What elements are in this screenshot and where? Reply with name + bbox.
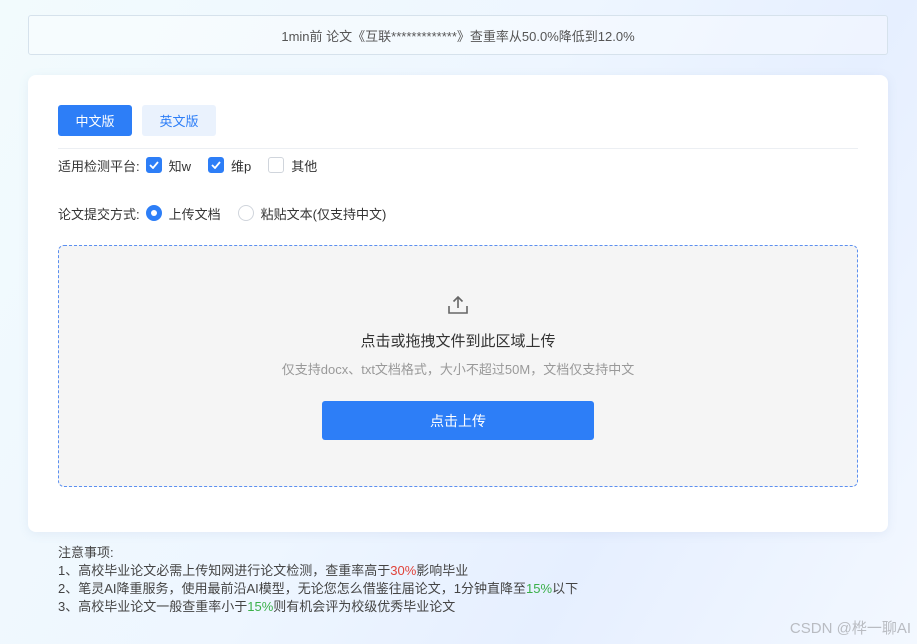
platform-option-label: 维p xyxy=(231,158,252,174)
radio-upload[interactable] xyxy=(145,205,162,221)
submit-option-label: 粘贴文本(仅支持中文) xyxy=(260,206,387,222)
notes-line-3: 3、高校毕业论文一般查重率小于15%则有机会评为校级优秀毕业论文 xyxy=(58,598,578,616)
notes: 注意事项: 1、高校毕业论文必需上传知网进行论文检测，查重率高于30%影响毕业 … xyxy=(58,544,578,616)
upload-dropzone[interactable]: 点击或拖拽文件到此区域上传 仅支持docx、txt文档格式，大小不超过50M，文… xyxy=(58,245,858,487)
radio-paste[interactable] xyxy=(237,205,254,221)
divider xyxy=(58,148,858,149)
notes-line-1-text: 1、高校毕业论文必需上传知网进行论文检测，查重率高于 xyxy=(58,563,391,578)
upload-card: 中文版 英文版 适用检测平台: 知w 维p 其他 论文提交方式: 上传文档 粘贴… xyxy=(28,75,888,532)
notes-line-2-tail: 以下 xyxy=(552,581,579,596)
checkbox-weip[interactable] xyxy=(208,157,225,173)
upload-icon xyxy=(448,295,468,314)
checkbox-other[interactable] xyxy=(268,157,285,173)
notes-line-3-highlight: 15% xyxy=(247,599,274,614)
upload-button[interactable]: 点击上传 xyxy=(322,401,594,440)
platform-option-other[interactable]: 其他 xyxy=(268,156,317,175)
language-tabs: 中文版 英文版 xyxy=(58,105,216,136)
notes-line-2-text: 2、笔灵AI降重服务，使用最前沿AI模型，无论您怎么借鉴往届论文，1分钟直降至 xyxy=(58,581,527,596)
notes-line-1-highlight: 30% xyxy=(390,563,417,578)
tab-chinese[interactable]: 中文版 xyxy=(58,105,132,136)
check-icon xyxy=(148,161,159,169)
platform-option-label: 知w xyxy=(168,158,192,174)
platform-row: 适用检测平台: 知w 维p 其他 xyxy=(58,156,334,174)
dropzone-title: 点击或拖拽文件到此区域上传 xyxy=(360,333,556,350)
notes-line-1: 1、高校毕业论文必需上传知网进行论文检测，查重率高于30%影响毕业 xyxy=(58,562,578,580)
platform-label: 适用检测平台: xyxy=(58,158,140,174)
notes-line-3-text: 3、高校毕业论文一般查重率小于 xyxy=(58,599,248,614)
notes-line-1-tail: 影响毕业 xyxy=(416,563,469,578)
notes-line-3-tail: 则有机会评为校级优秀毕业论文 xyxy=(273,599,456,614)
submit-option-upload[interactable]: 上传文档 xyxy=(145,204,221,223)
submit-option-label: 上传文档 xyxy=(168,206,221,222)
submit-method-row: 论文提交方式: 上传文档 粘贴文本(仅支持中文) xyxy=(58,204,403,222)
notice-text: 1min前 论文《互联*************》查重率从50.0%降低到12.… xyxy=(281,28,635,44)
check-icon xyxy=(211,161,221,169)
notes-title: 注意事项: xyxy=(58,545,114,560)
submit-option-paste[interactable]: 粘贴文本(仅支持中文) xyxy=(237,204,387,223)
checkbox-zhiw[interactable] xyxy=(145,157,162,173)
platform-option-zhiw[interactable]: 知w xyxy=(145,156,192,175)
dropzone-hint: 仅支持docx、txt文档格式，大小不超过50M，文档仅支持中文 xyxy=(281,362,635,377)
notes-line-2: 2、笔灵AI降重服务，使用最前沿AI模型，无论您怎么借鉴往届论文，1分钟直降至1… xyxy=(58,580,578,598)
platform-option-weip[interactable]: 维p xyxy=(208,156,251,175)
notice-bar: 1min前 论文《互联*************》查重率从50.0%降低到12.… xyxy=(28,15,888,55)
notes-line-2-highlight: 15% xyxy=(526,581,553,596)
watermark: CSDN @桦一聊AI xyxy=(789,620,911,637)
submit-method-label: 论文提交方式: xyxy=(58,206,140,222)
platform-option-label: 其他 xyxy=(291,158,318,174)
tab-english[interactable]: 英文版 xyxy=(142,105,216,136)
